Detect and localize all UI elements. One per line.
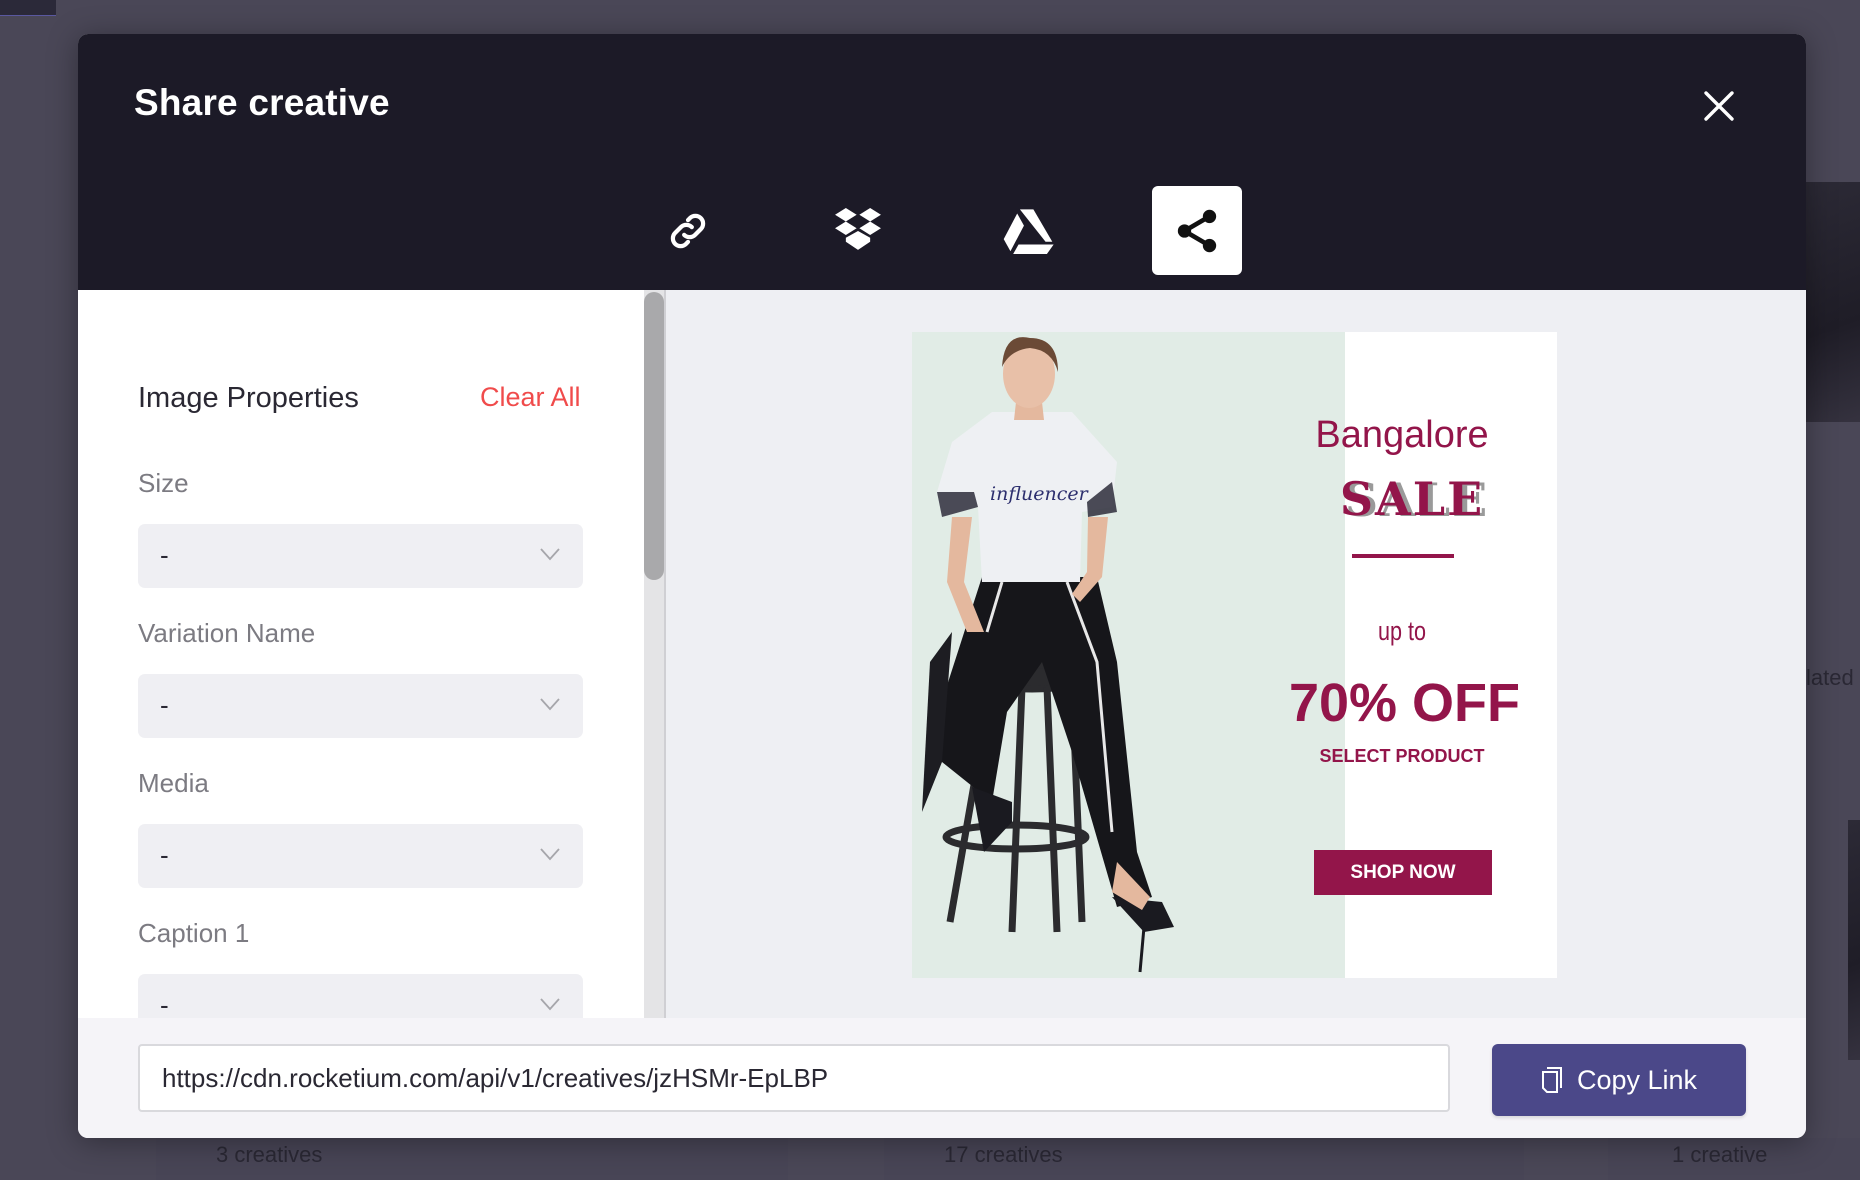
background-label-fragment: lated [1806,665,1854,690]
modal-title: Share creative [134,82,390,123]
background-card[interactable]: 17 creatives [884,1138,1524,1180]
chevron-down-icon [540,698,560,711]
variation-name-select[interactable]: - [138,674,583,738]
creative-count: 1 creative [1672,1142,1768,1167]
copy-link-button[interactable]: Copy Link [1492,1044,1746,1116]
modal-header: Share creative [78,34,1806,290]
tab-google-drive[interactable] [983,186,1073,275]
chevron-down-icon [540,998,560,1011]
creative-upto-text: up to [1377,616,1427,646]
background-thumbnail [1806,182,1860,422]
background-card[interactable]: 3 creatives [156,1138,788,1180]
model-photo: influencer [922,337,1174,973]
background-thumbnail [1848,820,1860,1060]
size-select[interactable]: - [138,524,583,588]
creative-sale-text: SALE [1339,472,1485,526]
google-drive-icon [1003,208,1054,254]
size-label: Size [138,468,189,498]
caption-1-select[interactable]: - [138,974,583,1018]
background-card[interactable]: 1 creative [1608,1138,1860,1180]
share-link-footer: Copy Link [78,1018,1806,1138]
creative-count: 3 creatives [216,1142,323,1167]
image-properties-title: Image Properties [138,382,359,414]
clear-all-button[interactable]: Clear All [480,382,581,413]
caption-1-value: - [160,990,169,1018]
close-button[interactable] [1698,85,1740,127]
copy-link-label: Copy Link [1576,1064,1698,1095]
size-value: - [160,540,169,570]
media-select[interactable]: - [138,824,583,888]
share-link-input[interactable] [138,1044,1450,1112]
media-value: - [160,840,169,870]
creative-preview-image: influencer Bangalore SALE up to 70% OFF … [912,332,1557,978]
variation-name-value: - [160,690,169,720]
image-properties-panel: Image Properties Clear All Size - Variat… [78,290,666,1018]
chevron-down-icon [540,848,560,861]
share-creative-modal: Share creative Image Properties Clear Al… [78,34,1806,1138]
creative-headline: Bangalore [1315,414,1489,456]
variation-name-label: Variation Name [138,618,316,648]
copy-icon [1541,1067,1562,1093]
link-icon [670,213,706,248]
creative-count: 17 creatives [944,1142,1063,1167]
creative-discount-text: 70% OFF [1288,673,1521,733]
chevron-down-icon [540,548,560,561]
creative-shop-now-button: SHOP NOW [1314,850,1492,895]
media-label: Media [138,768,209,798]
creative-subline: SELECT PRODUCT [1319,746,1485,766]
shirt-print: influencer [990,483,1090,505]
app-topbar-fragment [0,0,56,16]
share-icon [1177,209,1217,252]
properties-scrollbar-thumb[interactable] [644,292,664,580]
dropbox-icon [835,207,881,250]
tab-dropbox[interactable] [813,186,903,275]
close-icon [1704,91,1734,121]
tab-link[interactable] [643,186,733,275]
caption-1-label: Caption 1 [138,918,250,948]
creative-divider [1352,554,1454,558]
tab-share[interactable] [1152,186,1242,275]
